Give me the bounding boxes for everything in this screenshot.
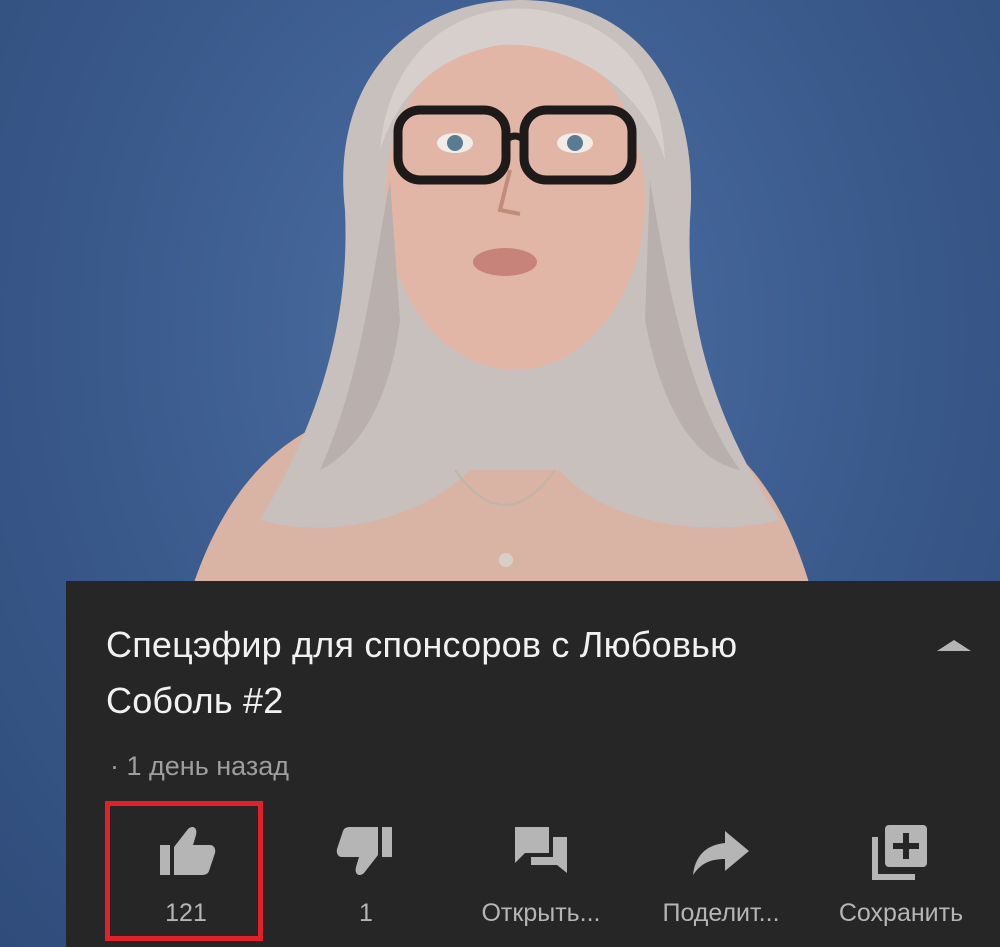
dislike-count: 1 xyxy=(359,899,373,927)
video-meta: · 1 день назад xyxy=(110,751,290,781)
collapse-description-button[interactable] xyxy=(924,625,984,665)
thumbs-down-icon xyxy=(336,827,392,875)
share-arrow-icon xyxy=(693,831,749,875)
save-label: Сохранить xyxy=(838,899,964,927)
like-highlight-box xyxy=(105,801,263,941)
save-button[interactable]: Сохранить xyxy=(811,791,991,947)
video-info-panel: Спецэфир для спонсоров с Любовью Соболь … xyxy=(66,581,1000,947)
action-row: 121 1 Открыть... Поделит... Сохранить xyxy=(66,791,1000,947)
video-title[interactable]: Спецэфир для спонсоров с Любовью Соболь … xyxy=(106,617,896,729)
chat-icon xyxy=(515,827,567,873)
add-to-playlist-icon xyxy=(872,825,927,880)
share-label: Поделит... xyxy=(662,899,780,927)
dislike-button[interactable]: 1 xyxy=(306,791,426,947)
share-button[interactable]: Поделит... xyxy=(641,791,801,947)
video-frame[interactable]: Спецэфир для спонсоров с Любовью Соболь … xyxy=(0,0,1000,947)
collapse-triangle-icon xyxy=(937,639,971,651)
video-title-line-1: Спецэфир для спонсоров с Любовью xyxy=(106,624,738,665)
video-title-line-2: Соболь #2 xyxy=(106,680,284,721)
open-chat-button[interactable]: Открыть... xyxy=(461,791,621,947)
open-chat-label: Открыть... xyxy=(481,899,601,927)
